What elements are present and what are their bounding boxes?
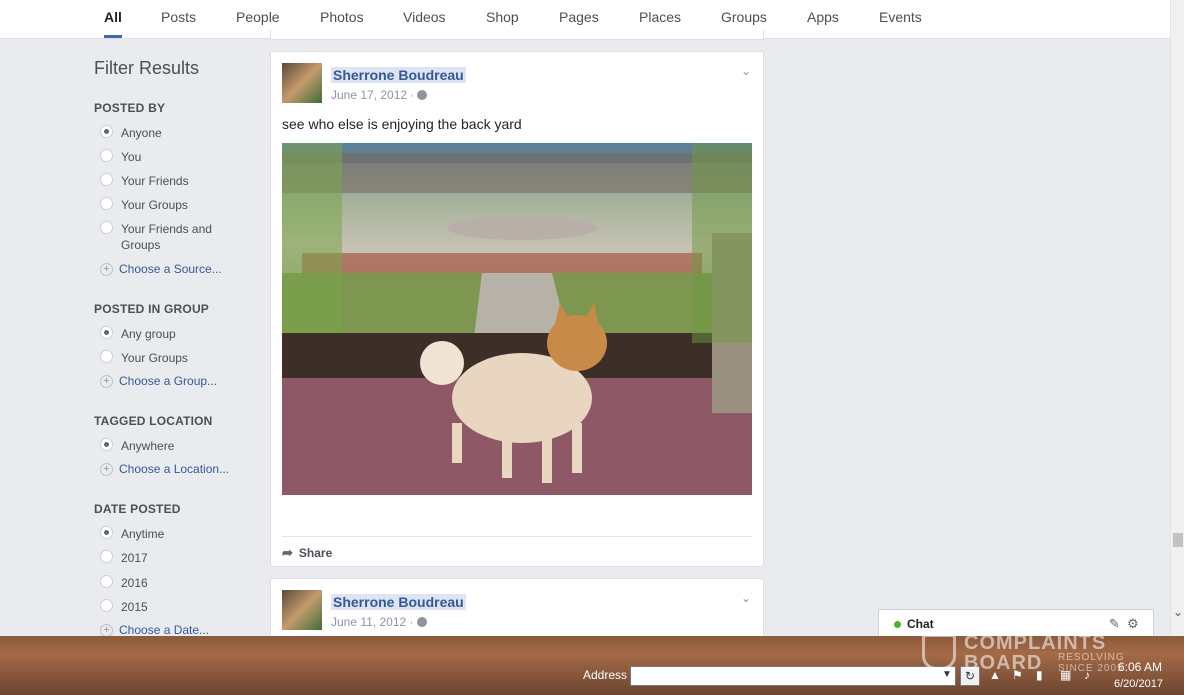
address-label: Address: [583, 668, 628, 682]
tab-events[interactable]: Events: [879, 0, 922, 38]
radio-icon: [100, 350, 113, 363]
tagged-location-heading: TAGGED LOCATION: [94, 414, 213, 428]
radio-icon: [100, 599, 113, 612]
share-button[interactable]: ➦ Share: [282, 545, 332, 561]
post-card: Sherrone Boudreau June 11, 2012 · ⌄: [270, 578, 764, 638]
radio-icon: [100, 149, 113, 162]
dog-in-backyard-image: [282, 143, 752, 495]
avatar[interactable]: [282, 63, 322, 103]
globe-icon: [416, 617, 427, 627]
radio-group-any[interactable]: Any group: [100, 326, 176, 342]
post-action-bar: ➦ Share: [282, 536, 752, 560]
choose-source-link[interactable]: + Choose a Source...: [100, 262, 222, 276]
radio-posted-by-you[interactable]: You: [100, 149, 141, 165]
chevron-down-icon[interactable]: ⌄: [741, 64, 751, 78]
page-scrollbar[interactable]: ⌄: [1170, 0, 1184, 636]
address-input[interactable]: [630, 666, 956, 686]
date-posted-heading: DATE POSTED: [94, 502, 181, 516]
post-author-link[interactable]: Sherrone Boudreau: [331, 67, 466, 83]
radio-posted-by-friends-and-groups[interactable]: Your Friends and Groups: [100, 221, 230, 253]
radio-selected-icon: [100, 326, 113, 339]
choose-location-link[interactable]: + Choose a Location...: [100, 462, 229, 476]
plus-circle-icon: +: [100, 462, 113, 476]
radio-icon: [100, 575, 113, 588]
tab-posts[interactable]: Posts: [161, 0, 196, 38]
chevron-down-icon[interactable]: ▼: [942, 669, 952, 680]
radio-posted-by-anyone[interactable]: Anyone: [100, 125, 162, 141]
radio-location-anywhere[interactable]: Anywhere: [100, 438, 174, 454]
radio-posted-by-friends[interactable]: Your Friends: [100, 173, 189, 189]
post-text: see who else is enjoying the back yard: [282, 116, 522, 132]
radio-icon: [100, 221, 113, 234]
plus-circle-icon: +: [100, 262, 113, 276]
avatar[interactable]: [282, 590, 322, 630]
plus-circle-icon: +: [100, 623, 113, 637]
plus-circle-icon: +: [100, 374, 113, 388]
post-card: Sherrone Boudreau June 17, 2012 · ⌄ see …: [270, 51, 764, 567]
scroll-down-arrow-icon[interactable]: ⌄: [1173, 605, 1183, 619]
choose-group-link[interactable]: + Choose a Group...: [100, 374, 217, 388]
filter-results-title: Filter Results: [94, 58, 200, 78]
gear-icon[interactable]: ⚙: [1127, 616, 1139, 632]
tab-apps[interactable]: Apps: [807, 0, 839, 38]
chat-label: Chat: [907, 617, 934, 631]
compose-icon[interactable]: ✎: [1109, 616, 1120, 632]
radio-date-anytime[interactable]: Anytime: [100, 526, 164, 542]
shield-logo-icon: [922, 634, 956, 670]
post-photo[interactable]: [282, 143, 752, 495]
radio-group-yours[interactable]: Your Groups: [100, 350, 188, 366]
posted-in-group-heading: POSTED IN GROUP: [94, 302, 210, 316]
radio-date-2016[interactable]: 2016: [100, 575, 148, 591]
clock-date[interactable]: 6/20/2017: [1114, 678, 1163, 690]
radio-posted-by-groups[interactable]: Your Groups: [100, 197, 188, 213]
globe-icon: [417, 90, 428, 100]
radio-icon: [100, 173, 113, 186]
radio-date-2017[interactable]: 2017: [100, 550, 148, 566]
previous-post-card-edge: [270, 30, 764, 40]
radio-icon: [100, 197, 113, 210]
radio-selected-icon: [100, 526, 113, 539]
scrollbar-thumb[interactable]: [1173, 533, 1183, 547]
choose-date-link[interactable]: + Choose a Date...: [100, 623, 209, 637]
post-date[interactable]: June 11, 2012 ·: [331, 615, 427, 629]
posted-by-heading: POSTED BY: [94, 101, 166, 115]
share-arrow-icon: ➦: [282, 545, 293, 560]
radio-selected-icon: [100, 438, 113, 451]
radio-icon: [100, 550, 113, 563]
post-author-link[interactable]: Sherrone Boudreau: [331, 594, 466, 610]
chevron-down-icon[interactable]: ⌄: [741, 591, 751, 605]
radio-date-2015[interactable]: 2015: [100, 599, 148, 615]
online-status-icon: [894, 621, 901, 628]
post-date[interactable]: June 17, 2012 ·: [331, 88, 428, 102]
tab-all[interactable]: All: [104, 0, 122, 38]
radio-selected-icon: [100, 125, 113, 138]
